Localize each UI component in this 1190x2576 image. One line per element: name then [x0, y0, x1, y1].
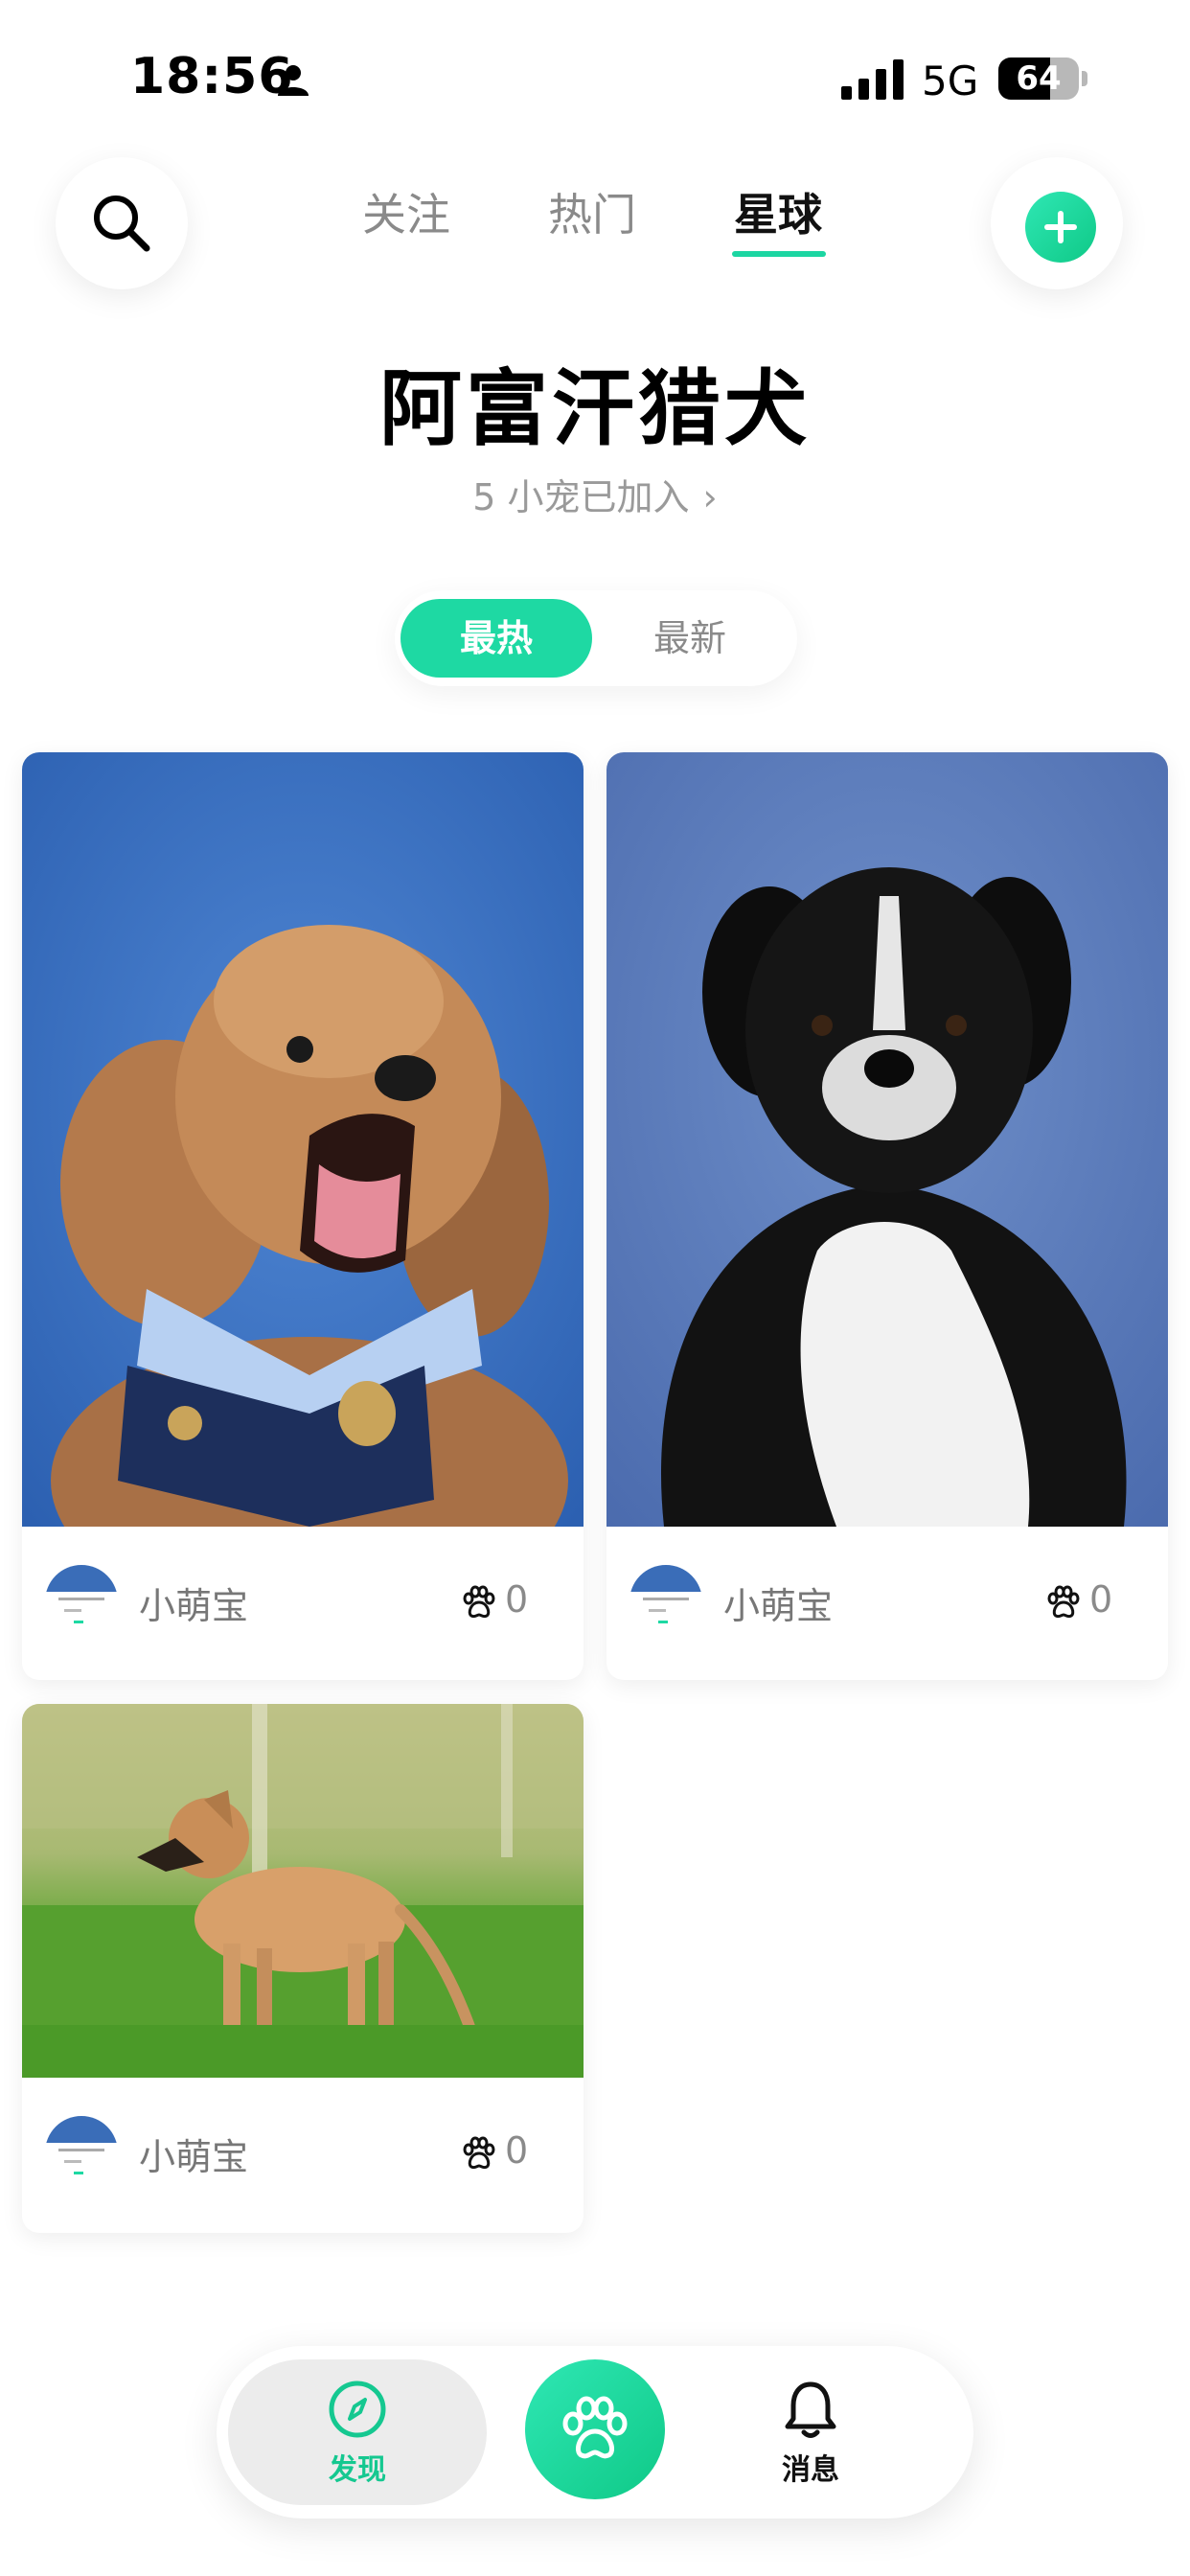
- tabbar-discover-label: 发现: [329, 2453, 386, 2487]
- tabbar-messages[interactable]: 消息: [715, 2359, 906, 2505]
- tabbar-messages-label: 消息: [782, 2453, 839, 2487]
- paw-icon[interactable]: [459, 2135, 497, 2174]
- status-bar: 18:56 5G 64: [0, 0, 1190, 144]
- paw-icon[interactable]: [1043, 1584, 1082, 1622]
- compass-icon: [329, 2380, 386, 2438]
- search-button[interactable]: [56, 157, 188, 289]
- like-count: 0: [1089, 1578, 1113, 1621]
- sort-new-button[interactable]: 最新: [594, 599, 786, 678]
- avatar[interactable]: [629, 1565, 702, 1638]
- like-count: 0: [505, 2129, 529, 2172]
- tab-follow[interactable]: 关注: [362, 184, 450, 245]
- paw-icon: [562, 2396, 628, 2459]
- post-card[interactable]: 小萌宝 0: [22, 1704, 584, 2233]
- tabbar-paw-button[interactable]: [525, 2359, 665, 2499]
- author-name[interactable]: 小萌宝: [139, 2128, 248, 2180]
- plus-icon: [1044, 211, 1077, 243]
- post-card[interactable]: 小萌宝 0: [606, 752, 1168, 1680]
- status-time: 18:56: [130, 48, 294, 105]
- person-icon: [278, 65, 309, 96]
- puppy-photo: [22, 1704, 584, 2078]
- like-count: 0: [505, 1578, 529, 1621]
- members-count-text: 5 小宠已加入: [472, 476, 690, 518]
- tab-planet[interactable]: 星球: [734, 184, 822, 245]
- author-name[interactable]: 小萌宝: [723, 1576, 833, 1629]
- battery-indicator: 64: [998, 58, 1087, 100]
- post-image[interactable]: [22, 752, 584, 1527]
- post-footer: 小萌宝 0: [606, 1527, 1168, 1680]
- black-dog-photo: [606, 752, 1168, 1527]
- add-post-button[interactable]: [991, 157, 1123, 289]
- active-tab-indicator: [732, 251, 826, 257]
- paw-icon[interactable]: [459, 1584, 497, 1622]
- poodle-photo: [22, 752, 584, 1527]
- author-name[interactable]: 小萌宝: [139, 1576, 248, 1629]
- tabbar-discover[interactable]: 发现: [228, 2359, 487, 2505]
- post-footer: 小萌宝 0: [22, 2078, 584, 2231]
- signal-icon: [841, 59, 904, 100]
- post-image[interactable]: [606, 752, 1168, 1527]
- post-image[interactable]: [22, 1704, 584, 2078]
- avatar[interactable]: [45, 2116, 118, 2189]
- bell-icon: [785, 2381, 836, 2438]
- battery-percent: 64: [1016, 59, 1062, 98]
- post-footer: 小萌宝 0: [22, 1527, 584, 1680]
- tab-popular[interactable]: 热门: [548, 184, 636, 245]
- avatar[interactable]: [45, 1565, 118, 1638]
- page-title: 阿富汗猎犬: [379, 361, 811, 457]
- chevron-right-icon: ›: [702, 476, 718, 518]
- network-label: 5G: [922, 58, 979, 104]
- post-card[interactable]: 小萌宝 0: [22, 752, 584, 1680]
- sort-hot-button[interactable]: 最热: [400, 599, 592, 678]
- search-icon: [94, 196, 150, 252]
- members-link[interactable]: 5 小宠已加入 ›: [0, 468, 1190, 520]
- sort-toggle: 最热 最新: [395, 590, 797, 686]
- bottom-tab-bar: 发现 消息: [217, 2346, 973, 2518]
